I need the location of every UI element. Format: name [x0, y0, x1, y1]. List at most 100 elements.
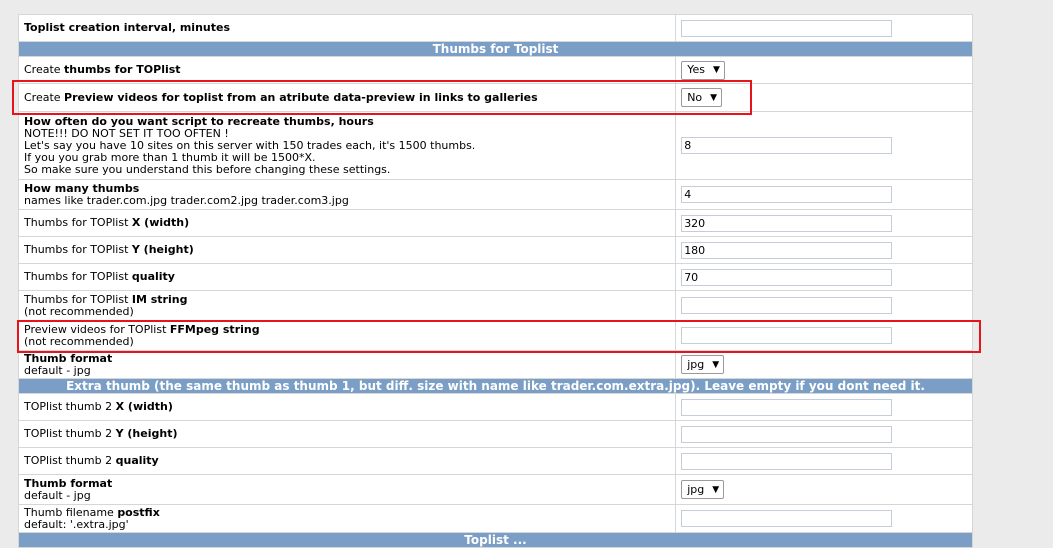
- label-prefix: Create: [24, 63, 65, 76]
- label-prefix: TOPlist thumb 2: [24, 400, 116, 413]
- label-bold: X (width): [131, 216, 190, 229]
- row-thumb-quality: Thumbs for TOPlist quality: [17, 263, 973, 291]
- value-cell: [675, 447, 973, 475]
- label-prefix: TOPlist thumb 2: [24, 454, 116, 467]
- label-bold: How often do you want script to recreate…: [24, 114, 374, 128]
- thumb-quality-input[interactable]: [681, 268, 893, 286]
- row-extra-y: TOPlist thumb 2 Y (height): [17, 420, 973, 448]
- label-sub: default - jpg: [24, 363, 91, 377]
- label-prefix: TOPlist thumb 2: [24, 427, 116, 440]
- value-cell: [675, 504, 973, 533]
- label-cell: Thumb format default - jpg: [17, 350, 677, 379]
- value-cell: [675, 179, 973, 210]
- row-thumb-y: Thumbs for TOPlist Y (height): [17, 236, 973, 264]
- label-cell: TOPlist thumb 2 Y (height): [17, 420, 677, 448]
- label-bold: Preview videos for toplist from an atrib…: [64, 90, 538, 104]
- chevron-down-icon: ▼: [712, 65, 720, 75]
- value-cell: [675, 420, 973, 448]
- value-cell: [675, 263, 973, 291]
- value-cell: [675, 290, 973, 321]
- value-cell: No ▼: [675, 83, 973, 112]
- label-cell: Thumbs for TOPlist Y (height): [17, 236, 677, 264]
- value-cell: [675, 111, 973, 180]
- label-cell: TOPlist thumb 2 X (width): [17, 393, 677, 421]
- row-create-preview: Create Preview videos for toplist from a…: [17, 83, 973, 112]
- extra-format-select[interactable]: jpg ▼: [681, 480, 725, 499]
- label-sub: (not recommended): [24, 334, 134, 348]
- label-sub: default - jpg: [24, 488, 91, 502]
- create-preview-select[interactable]: No ▼: [681, 88, 723, 107]
- how-many-thumbs-input[interactable]: [681, 186, 893, 203]
- label-bold: Y (height): [131, 243, 194, 256]
- value-cell: jpg ▼: [675, 474, 973, 505]
- row-extra-quality: TOPlist thumb 2 quality: [17, 447, 973, 475]
- extra-quality-input[interactable]: [681, 452, 893, 470]
- label-toplist-interval: Toplist creation interval, minutes: [24, 21, 231, 34]
- note-line: NOTE!!! DO NOT SET IT TOO OFTEN !: [24, 126, 229, 140]
- label-bold: quality: [131, 270, 175, 283]
- value-cell: jpg ▼: [675, 350, 973, 379]
- label-bold: IM string: [131, 292, 188, 306]
- value-cell: [675, 393, 973, 421]
- thumb-width-input[interactable]: [681, 214, 893, 232]
- label-cell: How many thumbs names like trader.com.jp…: [17, 179, 677, 210]
- label-cell: Thumbs for TOPlist quality: [17, 263, 677, 291]
- im-string-input[interactable]: [681, 297, 893, 314]
- label-bold: thumbs for TOPlist: [64, 63, 181, 76]
- chevron-down-icon: ▼: [710, 92, 718, 103]
- label-bold: Thumb format: [24, 351, 113, 365]
- label-bold: X (width): [115, 400, 173, 413]
- label-cell: Create thumbs for TOPlist: [17, 56, 677, 84]
- value-cell: [675, 320, 973, 351]
- label-cell: Create Preview videos for toplist from a…: [17, 83, 677, 112]
- thumb-height-input[interactable]: [681, 241, 893, 259]
- label-cell: Thumb filename postfix default: '.extra.…: [17, 504, 677, 533]
- chevron-down-icon: ▼: [712, 484, 720, 495]
- value-cell: [675, 14, 973, 42]
- row-how-many-thumbs: How many thumbs names like trader.com.jp…: [17, 179, 973, 210]
- label-cell: Preview videos for TOPlist FFMpeg string…: [17, 320, 677, 351]
- label-prefix: Create: [24, 90, 65, 104]
- row-create-thumbs: Create thumbs for TOPlist Yes ▼: [17, 56, 973, 84]
- select-value: No: [687, 90, 703, 104]
- row-extra-format: Thumb format default - jpg jpg ▼: [17, 474, 973, 505]
- create-thumbs-select[interactable]: Yes ▼: [681, 60, 725, 80]
- extra-height-input[interactable]: [681, 425, 893, 443]
- ffmpeg-string-input[interactable]: [681, 327, 893, 344]
- value-cell: Yes ▼: [675, 56, 973, 84]
- row-toplist-interval: Toplist creation interval, minutes: [17, 14, 973, 42]
- label-prefix: Thumbs for TOPlist: [24, 270, 132, 283]
- label-cell: Thumbs for TOPlist X (width): [17, 209, 677, 237]
- label-sub: (not recommended): [24, 304, 134, 318]
- label-bold: FFMpeg string: [169, 322, 260, 336]
- section-header-thumbs: Thumbs for Toplist: [18, 41, 973, 57]
- label-sub: names like trader.com.jpg trader.com2.jp…: [24, 193, 349, 207]
- select-value: jpg: [687, 482, 705, 496]
- toplist-interval-input[interactable]: [681, 19, 893, 37]
- label-sub: default: '.extra.jpg': [24, 517, 129, 531]
- select-value: jpg: [687, 357, 705, 371]
- value-cell: [675, 209, 973, 237]
- row-thumb-format: Thumb format default - jpg jpg ▼: [17, 350, 973, 379]
- label-cell: Toplist creation interval, minutes: [17, 14, 677, 42]
- settings-table: Toplist creation interval, minutes Thumb…: [17, 14, 973, 548]
- label-cell: How often do you want script to recreate…: [17, 111, 677, 180]
- section-title-bottom: Toplist ...: [18, 532, 973, 548]
- extra-width-input[interactable]: [681, 398, 893, 416]
- thumb-format-select[interactable]: jpg ▼: [681, 355, 725, 374]
- section-title-thumbs: Thumbs for Toplist: [18, 41, 973, 57]
- row-ffmpeg-string: Preview videos for TOPlist FFMpeg string…: [17, 320, 973, 351]
- label-prefix: Thumbs for TOPlist: [24, 292, 132, 306]
- extra-postfix-input[interactable]: [681, 510, 893, 527]
- row-thumb-x: Thumbs for TOPlist X (width): [17, 209, 973, 237]
- row-extra-postfix: Thumb filename postfix default: '.extra.…: [17, 504, 973, 533]
- label-prefix: Thumb filename: [24, 505, 118, 519]
- label-bold: Y (height): [115, 427, 178, 440]
- label-prefix: Thumbs for TOPlist: [24, 243, 132, 256]
- label-prefix: Preview videos for TOPlist: [24, 322, 170, 336]
- section-title-extra: Extra thumb (the same thumb as thumb 1, …: [18, 378, 973, 394]
- select-value: Yes: [687, 63, 705, 76]
- recreate-hours-input[interactable]: [681, 137, 893, 154]
- note-line: If you you grab more than 1 thumb it wil…: [24, 150, 316, 164]
- section-header-bottom: Toplist ...: [18, 532, 973, 548]
